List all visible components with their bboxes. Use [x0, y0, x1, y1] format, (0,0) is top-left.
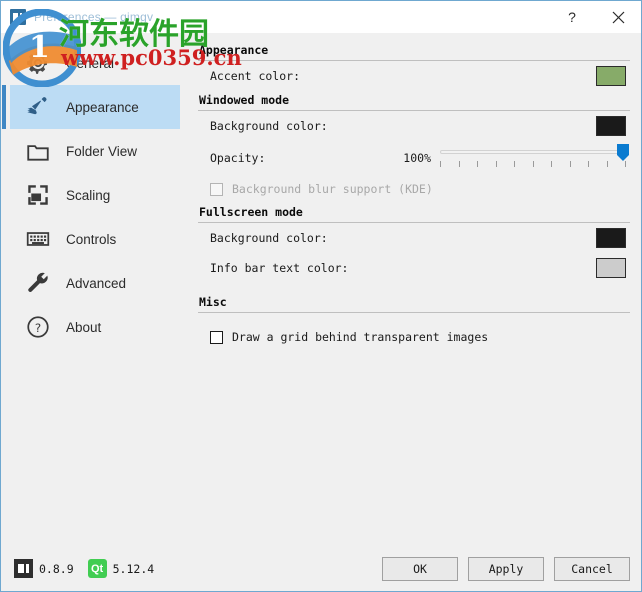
- section-heading-appearance: Appearance: [199, 43, 269, 57]
- row-background-blur[interactable]: Background blur support (KDE): [196, 175, 632, 203]
- section-heading-windowed: Windowed mode: [199, 93, 290, 107]
- slider-ticks: [440, 161, 626, 167]
- qimgv-icon: [14, 559, 33, 578]
- fullscreen-background-color-label: Background color:: [210, 231, 328, 245]
- close-button[interactable]: [595, 1, 641, 33]
- windowed-background-color-swatch[interactable]: [596, 116, 626, 136]
- sidebar-item-label: About: [66, 319, 102, 335]
- paintbrush-icon: [24, 93, 52, 121]
- sidebar-item-label: Folder View: [66, 143, 138, 159]
- draw-grid-label: Draw a grid behind transparent images: [232, 330, 489, 344]
- sidebar-item-appearance[interactable]: Appearance: [2, 85, 180, 129]
- draw-grid-checkbox[interactable]: [210, 330, 223, 344]
- settings-panel: Appearance Accent color: Windowed mode B…: [188, 33, 640, 549]
- help-button[interactable]: ?: [549, 1, 595, 33]
- row-infobar-text-color: Info bar text color:: [196, 253, 632, 283]
- apply-button[interactable]: Apply: [468, 556, 544, 581]
- section-divider: [198, 312, 630, 313]
- question-icon: ?: [24, 313, 52, 341]
- background-blur-checkbox[interactable]: [210, 182, 223, 196]
- qt-version: 5.12.4: [112, 561, 155, 576]
- svg-text:?: ?: [35, 321, 41, 335]
- sidebar-item-label: General: [66, 55, 115, 71]
- accent-color-label: Accent color:: [210, 69, 301, 83]
- sidebar-item-label: Controls: [66, 231, 117, 247]
- row-accent-color: Accent color:: [196, 61, 632, 91]
- wrench-icon: [24, 269, 52, 297]
- sidebar-item-controls[interactable]: Controls: [10, 217, 180, 261]
- background-blur-label: Background blur support (KDE): [232, 182, 433, 196]
- sidebar-item-label: Appearance: [66, 99, 139, 115]
- slider-handle[interactable]: [617, 144, 629, 161]
- sidebar-item-label: Advanced: [66, 275, 127, 291]
- accent-color-swatch[interactable]: [596, 66, 626, 86]
- opacity-value: 100%: [403, 151, 431, 165]
- qimgv-logo-icon: [10, 9, 26, 25]
- titlebar-buttons: ?: [549, 1, 641, 33]
- sidebar-item-general[interactable]: General: [10, 41, 180, 85]
- section-heading-fullscreen: Fullscreen mode: [199, 205, 303, 219]
- scaling-icon: [24, 181, 52, 209]
- row-opacity: Opacity: 100%: [196, 141, 632, 175]
- sidebar-item-label: Scaling: [66, 187, 111, 203]
- titlebar: Preferences — qimgv ?: [1, 1, 641, 33]
- infobar-text-color-label: Info bar text color:: [210, 261, 349, 275]
- opacity-slider[interactable]: [440, 144, 629, 172]
- slider-groove: [440, 150, 626, 154]
- preferences-dialog: Preferences — qimgv ? General Appearance…: [0, 0, 642, 592]
- app-version-block: 0.8.9: [14, 559, 74, 578]
- question-mark-icon: ?: [568, 9, 576, 25]
- qt-version-block: Qt 5.12.4: [87, 559, 155, 578]
- sidebar-item-advanced[interactable]: Advanced: [10, 261, 180, 305]
- sidebar: General Appearance Folder View Scaling C…: [2, 33, 188, 549]
- app-version: 0.8.9: [39, 561, 74, 576]
- close-icon: [612, 11, 624, 23]
- keyboard-icon: [24, 225, 52, 253]
- window-title: Preferences — qimgv: [34, 10, 154, 24]
- sidebar-item-about[interactable]: ? About: [10, 305, 180, 349]
- sidebar-item-folder-view[interactable]: Folder View: [10, 129, 180, 173]
- qt-logo-icon: Qt: [87, 559, 107, 578]
- windowed-background-color-label: Background color:: [210, 119, 328, 133]
- section-heading-misc: Misc: [199, 295, 227, 309]
- footer: 0.8.9 Qt 5.12.4 OK Apply Cancel: [2, 547, 640, 590]
- gear-icon: [24, 49, 52, 77]
- row-windowed-background-color: Background color:: [196, 111, 632, 141]
- folder-icon: [24, 137, 52, 165]
- cancel-button[interactable]: Cancel: [554, 556, 630, 581]
- ok-button[interactable]: OK: [382, 556, 458, 581]
- fullscreen-background-color-swatch[interactable]: [596, 228, 626, 248]
- row-fullscreen-background-color: Background color:: [196, 223, 632, 253]
- sidebar-item-scaling[interactable]: Scaling: [10, 173, 180, 217]
- infobar-text-color-swatch[interactable]: [596, 258, 626, 278]
- row-draw-grid[interactable]: Draw a grid behind transparent images: [196, 323, 632, 351]
- opacity-label: Opacity:: [210, 151, 266, 165]
